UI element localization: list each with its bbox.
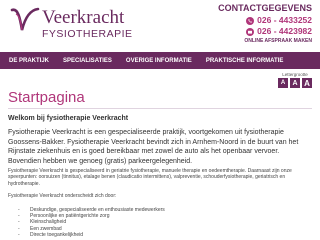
phone-number-1[interactable]: 026 - 4433252 xyxy=(257,15,312,26)
font-size-large-button[interactable]: A xyxy=(302,78,312,88)
nav-item-overige-informatie[interactable]: OVERIGE INFORMATIE xyxy=(119,58,199,64)
logo-word-secondary: FYSIOTHERAPIE xyxy=(42,28,133,40)
font-size-control: Lettergrootte A A A xyxy=(278,72,312,88)
online-appointment-link[interactable]: ONLINE AFSPRAAK MAKEN xyxy=(218,38,312,44)
nav-item-de-praktijk[interactable]: DE PRAKTIJK xyxy=(0,58,56,64)
phone-row-2[interactable]: 026 - 4423982 xyxy=(218,26,312,37)
list-item: Directe toegankelijkheid xyxy=(8,232,308,238)
contact-title: CONTACTGEGEVENS xyxy=(218,3,312,13)
main-navigation: DE PRAKTIJK SPECIALISATIES OVERIGE INFOR… xyxy=(0,52,320,69)
fax-icon xyxy=(246,27,255,36)
logo-word-primary: Veerkracht xyxy=(42,7,125,28)
welcome-heading: Welkom bij fysiotherapie Veerkracht xyxy=(8,115,129,122)
specialization-paragraph: Fysiotherapie Veerkracht is gespecialise… xyxy=(8,168,292,187)
intro-paragraph: Fysiotherapie Veerkracht is een gespecia… xyxy=(8,129,299,165)
font-size-small-button[interactable]: A xyxy=(278,78,288,88)
font-size-label: Lettergrootte xyxy=(282,72,308,77)
logo-mark-icon xyxy=(10,7,40,31)
phone-number-2[interactable]: 026 - 4423982 xyxy=(257,26,312,37)
title-divider xyxy=(8,108,312,109)
features-list: Deskundige, gespecialiseerde en enthousi… xyxy=(8,207,308,238)
site-logo[interactable]: Veerkracht FYSIOTHERAPIE xyxy=(8,6,158,46)
nav-item-praktische-informatie[interactable]: PRAKTISCHE INFORMATIE xyxy=(199,58,291,64)
font-size-medium-button[interactable]: A xyxy=(290,78,300,88)
contact-block: CONTACTGEGEVENS 026 - 4433252 026 - 4423… xyxy=(218,3,312,44)
distinguishes-paragraph: Fysiotherapie Veerkracht onderscheidt zi… xyxy=(8,193,117,199)
page-title: Startpagina xyxy=(8,89,85,106)
nav-item-specialisaties[interactable]: SPECIALISATIES xyxy=(56,58,119,64)
phone-row-1[interactable]: 026 - 4433252 xyxy=(218,15,312,26)
phone-icon xyxy=(246,16,255,25)
site-header: Veerkracht FYSIOTHERAPIE CONTACTGEGEVENS… xyxy=(0,0,320,52)
